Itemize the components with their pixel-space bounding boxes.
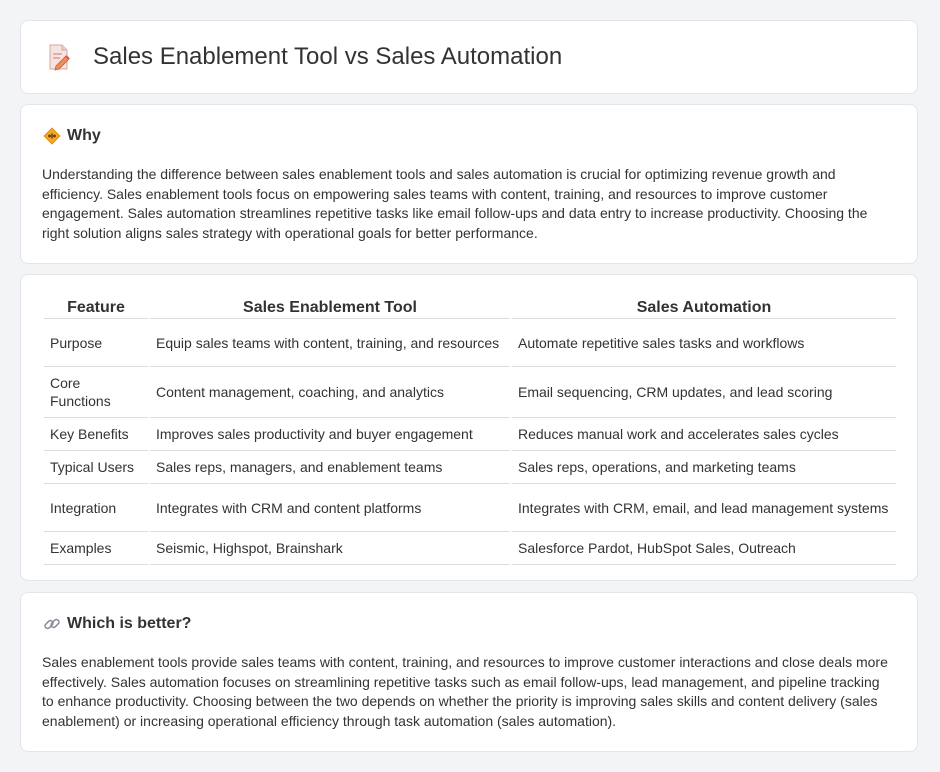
enablement-cell: Seismic, Highspot, Brainshark (150, 532, 510, 565)
column-header: Sales Automation (512, 297, 896, 319)
enablement-cell: Improves sales productivity and buyer en… (150, 418, 510, 451)
table-row: Examples Seismic, Highspot, Brainshark S… (44, 532, 896, 565)
table-row: Core Functions Content management, coach… (44, 367, 896, 418)
why-heading-row: Why (43, 127, 101, 145)
which-is-better-section: Which is better? Sales enablement tools … (20, 592, 918, 752)
enablement-cell: Content management, coaching, and analyt… (150, 367, 510, 418)
automation-cell: Email sequencing, CRM updates, and lead … (512, 367, 896, 418)
better-body: Sales enablement tools provide sales tea… (42, 654, 888, 729)
comparison-table: Feature Sales Enablement Tool Sales Auto… (42, 297, 898, 565)
table-row: Typical Users Sales reps, managers, and … (44, 451, 896, 484)
page-title: Sales Enablement Tool vs Sales Automatio… (93, 43, 563, 70)
automation-cell: Reduces manual work and accelerates sale… (512, 418, 896, 451)
header-card: Sales Enablement Tool vs Sales Automatio… (20, 20, 918, 94)
comparison-table-card: Feature Sales Enablement Tool Sales Auto… (20, 274, 918, 581)
feature-cell: Integration (44, 484, 148, 532)
why-heading: Why (67, 127, 101, 144)
enablement-cell: Equip sales teams with content, training… (150, 319, 510, 367)
table-row: Integration Integrates with CRM and cont… (44, 484, 896, 532)
table-header-row: Feature Sales Enablement Tool Sales Auto… (44, 297, 896, 319)
document-pencil-icon (49, 44, 70, 71)
feature-cell: Purpose (44, 319, 148, 367)
column-header: Feature (44, 297, 148, 319)
enablement-cell: Integrates with CRM and content platform… (150, 484, 510, 532)
why-body: Understanding the difference between sal… (42, 166, 868, 241)
better-heading: Which is better? (67, 615, 192, 632)
automation-cell: Sales reps, operations, and marketing te… (512, 451, 896, 484)
feature-cell: Key Benefits (44, 418, 148, 451)
feature-cell: Examples (44, 532, 148, 565)
column-header: Sales Enablement Tool (150, 297, 510, 319)
feature-cell: Core Functions (44, 367, 148, 418)
table-row: Purpose Equip sales teams with content, … (44, 319, 896, 367)
better-heading-row: Which is better? (43, 615, 191, 633)
automation-cell: Automate repetitive sales tasks and work… (512, 319, 896, 367)
automation-cell: Salesforce Pardot, HubSpot Sales, Outrea… (512, 532, 896, 565)
table-row: Key Benefits Improves sales productivity… (44, 418, 896, 451)
why-section: Why Understanding the difference between… (20, 104, 918, 264)
feature-cell: Typical Users (44, 451, 148, 484)
diamond-sign-icon (43, 127, 61, 145)
enablement-cell: Sales reps, managers, and enablement tea… (150, 451, 510, 484)
link-icon (44, 618, 60, 630)
automation-cell: Integrates with CRM, email, and lead man… (512, 484, 896, 532)
title-row: Sales Enablement Tool vs Sales Automatio… (47, 43, 562, 71)
